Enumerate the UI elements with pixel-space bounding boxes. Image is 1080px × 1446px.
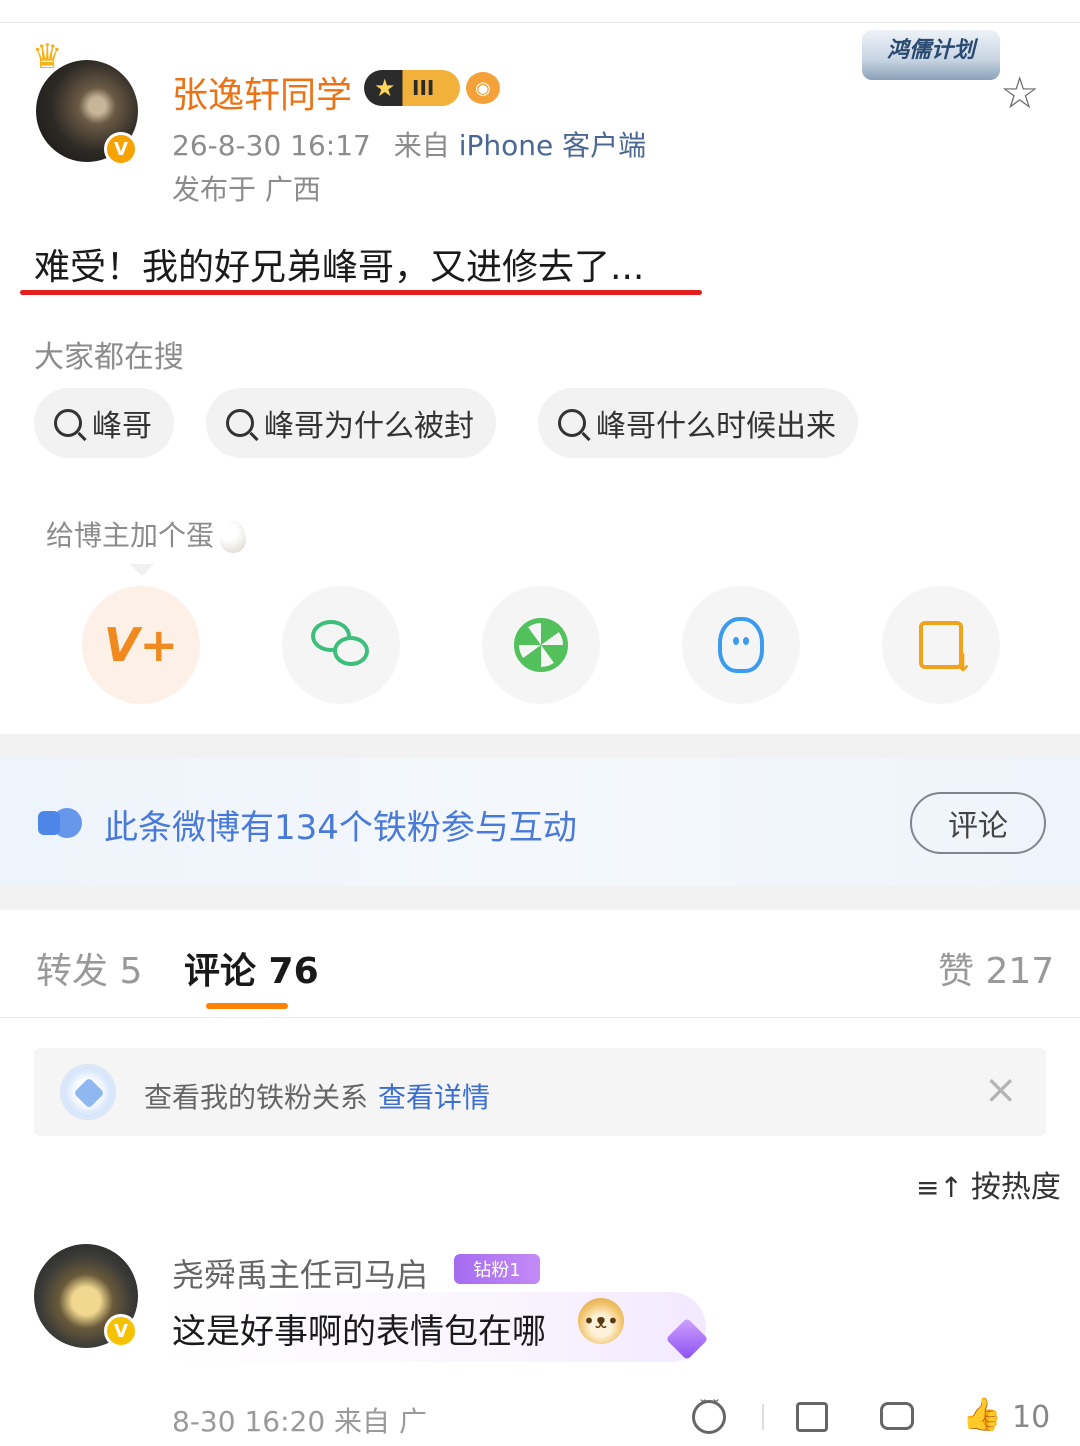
qq-icon bbox=[718, 617, 764, 673]
close-icon[interactable]: × bbox=[984, 1070, 1018, 1110]
level-badge[interactable]: ★ III bbox=[364, 70, 460, 106]
post-text: 难受！我的好兄弟峰哥，又进修去了... bbox=[34, 247, 645, 288]
fish-badge-icon[interactable]: ◉ bbox=[466, 72, 500, 104]
verified-badge: V bbox=[104, 1314, 138, 1348]
search-icon bbox=[54, 409, 82, 437]
search-section-title: 大家都在搜 bbox=[34, 340, 184, 375]
fan-comment-button[interactable]: 评论 bbox=[910, 792, 1046, 854]
save-image-button[interactable] bbox=[882, 586, 1000, 704]
post-source[interactable]: iPhone 客户端 bbox=[459, 129, 646, 162]
post-meta: 26-8-30 16:17 来自 iPhone 客户端 bbox=[172, 124, 646, 164]
wechat-icon bbox=[311, 620, 371, 670]
fan-relation-label: 查看我的铁粉关系 bbox=[144, 1081, 369, 1114]
gem-icon bbox=[660, 1317, 714, 1362]
search-chip[interactable]: 峰哥什么时候出来 bbox=[538, 388, 858, 458]
author-avatar-wrap[interactable]: ♛ V bbox=[32, 40, 142, 166]
search-chip[interactable]: 峰哥为什么被封 bbox=[206, 388, 496, 458]
sort-button[interactable]: ≡↑ 按热度 bbox=[916, 1162, 1061, 1206]
section-divider bbox=[0, 886, 1080, 910]
favorite-star-icon[interactable]: ☆ bbox=[1000, 72, 1039, 116]
star-level-icon: ★ bbox=[374, 74, 396, 102]
sort-label: 按热度 bbox=[970, 1170, 1061, 1205]
sort-icon: ≡↑ bbox=[916, 1171, 963, 1204]
reply-icon[interactable] bbox=[880, 1402, 914, 1430]
vplus-icon: V+ bbox=[103, 618, 179, 672]
egg-icon bbox=[220, 521, 247, 553]
search-chip[interactable]: 峰哥 bbox=[34, 388, 174, 458]
tab-comment[interactable]: 评论 76 bbox=[184, 942, 319, 994]
save-image-icon bbox=[919, 621, 973, 677]
egg-tooltip-text: 给博主加个蛋 bbox=[46, 519, 215, 552]
fan-interaction-text: 此条微博有134个铁粉参与互动 bbox=[104, 808, 577, 848]
plan-badge[interactable]: 鸿儒计划 bbox=[862, 30, 1000, 80]
view-details-link[interactable]: 查看详情 bbox=[378, 1081, 490, 1114]
author-name[interactable]: 张逸轩同学 bbox=[172, 66, 352, 118]
like-count: 10 bbox=[1012, 1400, 1051, 1435]
moments-share-button[interactable] bbox=[482, 586, 600, 704]
vplus-button[interactable]: V+ bbox=[82, 586, 200, 704]
doge-emoji-icon: •ᴥ• bbox=[578, 1298, 624, 1344]
diamond-icon bbox=[60, 1064, 116, 1120]
tab-like[interactable]: 赞 217 bbox=[938, 942, 1054, 994]
wechat-share-button[interactable] bbox=[282, 586, 400, 704]
from-label: 来自 bbox=[393, 129, 450, 162]
post-location: 发布于 广西 bbox=[172, 173, 321, 206]
comment-meta: 8-30 16:20 来自 广 bbox=[172, 1405, 427, 1438]
meta-fade-overlay bbox=[420, 1398, 660, 1438]
moments-icon bbox=[514, 618, 568, 672]
search-chip-label: 峰哥什么时候出来 bbox=[596, 409, 836, 444]
tab-active-indicator bbox=[206, 1003, 288, 1009]
fan-icon bbox=[38, 808, 82, 838]
dislike-icon[interactable] bbox=[692, 1399, 726, 1434]
tooltip-arrow bbox=[130, 564, 154, 576]
qq-share-button[interactable] bbox=[682, 586, 800, 704]
verified-badge: V bbox=[104, 132, 138, 166]
post-timestamp: 26-8-30 16:17 bbox=[172, 129, 371, 162]
search-chip-label: 峰哥 bbox=[92, 409, 152, 444]
search-icon bbox=[226, 409, 254, 437]
tab-repost[interactable]: 转发 5 bbox=[36, 942, 142, 994]
search-chip-label: 峰哥为什么被封 bbox=[264, 409, 474, 444]
fan-relation-text: 查看我的铁粉关系 查看详情 bbox=[144, 1076, 490, 1116]
top-divider bbox=[0, 22, 1080, 23]
tab-divider bbox=[0, 1017, 1080, 1018]
section-divider bbox=[0, 734, 1080, 758]
comment-text: 这是好事啊的表情包在哪 bbox=[172, 1312, 546, 1352]
commenter-name[interactable]: 尧舜禹主任司马启 bbox=[172, 1250, 428, 1296]
action-divider bbox=[762, 1404, 764, 1430]
like-icon[interactable]: 👍 bbox=[962, 1398, 1002, 1430]
egg-tooltip: 给博主加个蛋 bbox=[46, 514, 247, 554]
fan-level-badge: 钻粉1 bbox=[454, 1254, 540, 1284]
share-icon[interactable] bbox=[796, 1402, 828, 1432]
red-underline bbox=[20, 290, 702, 295]
level-text: III bbox=[412, 76, 435, 100]
search-icon bbox=[558, 409, 586, 437]
